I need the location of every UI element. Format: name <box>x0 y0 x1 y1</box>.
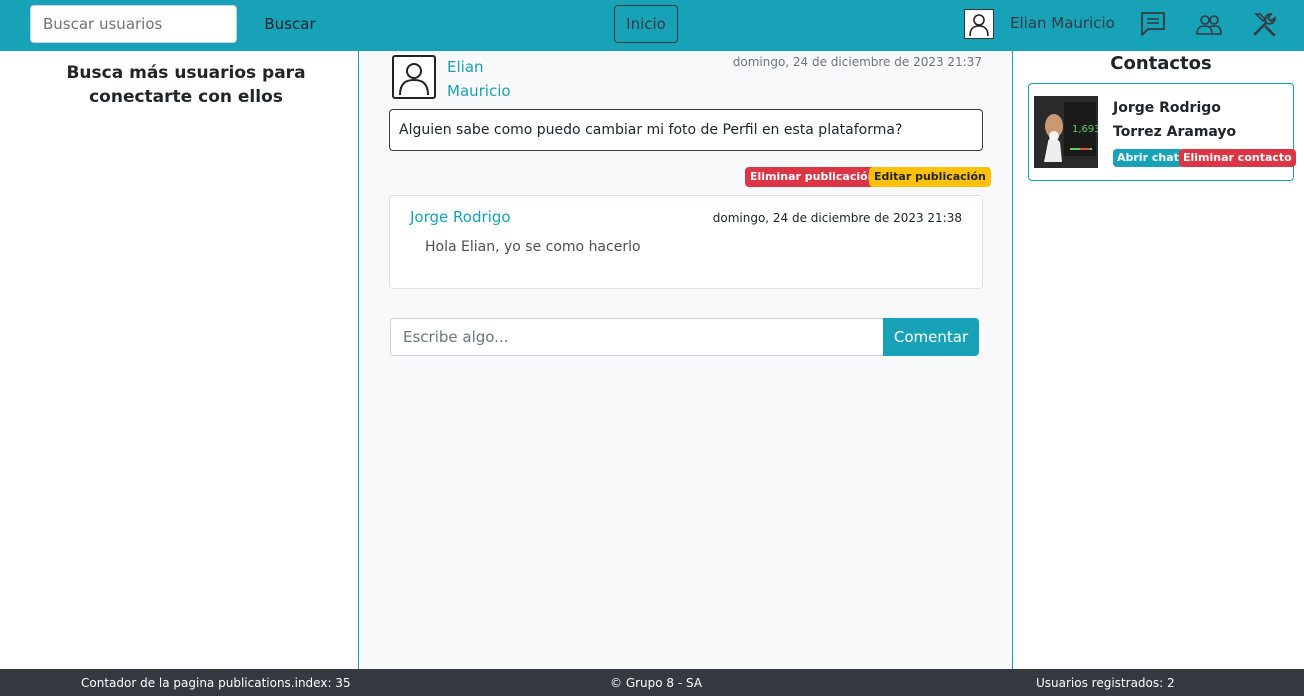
user-silhouette-icon <box>399 63 429 96</box>
comment-date: domingo, 24 de diciembre de 2023 21:38 <box>712 211 962 225</box>
publication-panel: Elian Mauricio domingo, 24 de diciembre … <box>358 51 1013 669</box>
post-author-last: Mauricio <box>447 82 511 100</box>
post-body: Alguien sabe como puedo cambiar mi foto … <box>389 109 983 151</box>
post-author-avatar[interactable] <box>392 55 436 99</box>
users-icon[interactable] <box>1195 10 1223 38</box>
open-chat-button[interactable]: Abrir chat <box>1113 149 1183 167</box>
chat-icon[interactable] <box>1139 10 1167 38</box>
contacts-title: Contactos <box>1110 53 1212 74</box>
contact-avatar[interactable]: 1,693 <box>1034 96 1098 168</box>
registered-users: Usuarios registrados: 2 <box>1036 676 1175 690</box>
page-counter: Contador de la pagina publications.index… <box>81 676 351 690</box>
copyright: © Grupo 8 - SA <box>610 676 703 690</box>
comment-card: Jorge Rodrigo domingo, 24 de diciembre d… <box>389 195 983 289</box>
contact-first-name: Jorge Rodrigo <box>1113 100 1221 116</box>
search-button[interactable]: Buscar <box>252 5 328 43</box>
comment-author[interactable]: Jorge Rodrigo <box>410 208 511 226</box>
user-avatar[interactable] <box>964 9 994 39</box>
contact-card: 1,693 Jorge Rodrigo Torrez Aramayo Abrir… <box>1028 83 1296 181</box>
search-input[interactable] <box>30 5 237 43</box>
contact-photo-image: 1,693 <box>1034 96 1098 168</box>
comment-input[interactable] <box>390 318 884 356</box>
comment-text: Hola Elian, yo se como hacerlo <box>425 239 641 255</box>
footer: Contador de la pagina publications.index… <box>0 669 1304 696</box>
delete-post-button[interactable]: Eliminar publicación <box>745 167 881 187</box>
tools-icon[interactable] <box>1251 10 1279 38</box>
comment-button[interactable]: Comentar <box>883 318 979 356</box>
left-panel: Busca más usuarios para conectarte con e… <box>0 51 358 669</box>
user-silhouette-icon <box>969 14 989 37</box>
delete-contact-button[interactable]: Eliminar contacto <box>1179 149 1296 167</box>
home-button[interactable]: Inicio <box>614 5 678 43</box>
contact-name[interactable]: Jorge Rodrigo Torrez Aramayo <box>1113 96 1236 144</box>
contact-photo-number: 1,693 <box>1072 124 1098 135</box>
contacts-panel: Contactos 1,693 Jorge Rodrigo Torrez Ara… <box>1013 51 1304 669</box>
edit-post-button[interactable]: Editar publicación <box>869 167 991 187</box>
post-author-name[interactable]: Elian Mauricio <box>447 55 547 103</box>
suggestions-title: Busca más usuarios para conectarte con e… <box>66 63 306 107</box>
navbar: Buscar Inicio Elian Mauricio <box>0 0 1304 51</box>
nav-user-name[interactable]: Elian Mauricio <box>1010 14 1115 32</box>
post-author-first: Elian <box>447 58 484 76</box>
post-date: domingo, 24 de diciembre de 2023 21:37 <box>732 55 982 69</box>
contact-last-name: Torrez Aramayo <box>1113 124 1237 140</box>
